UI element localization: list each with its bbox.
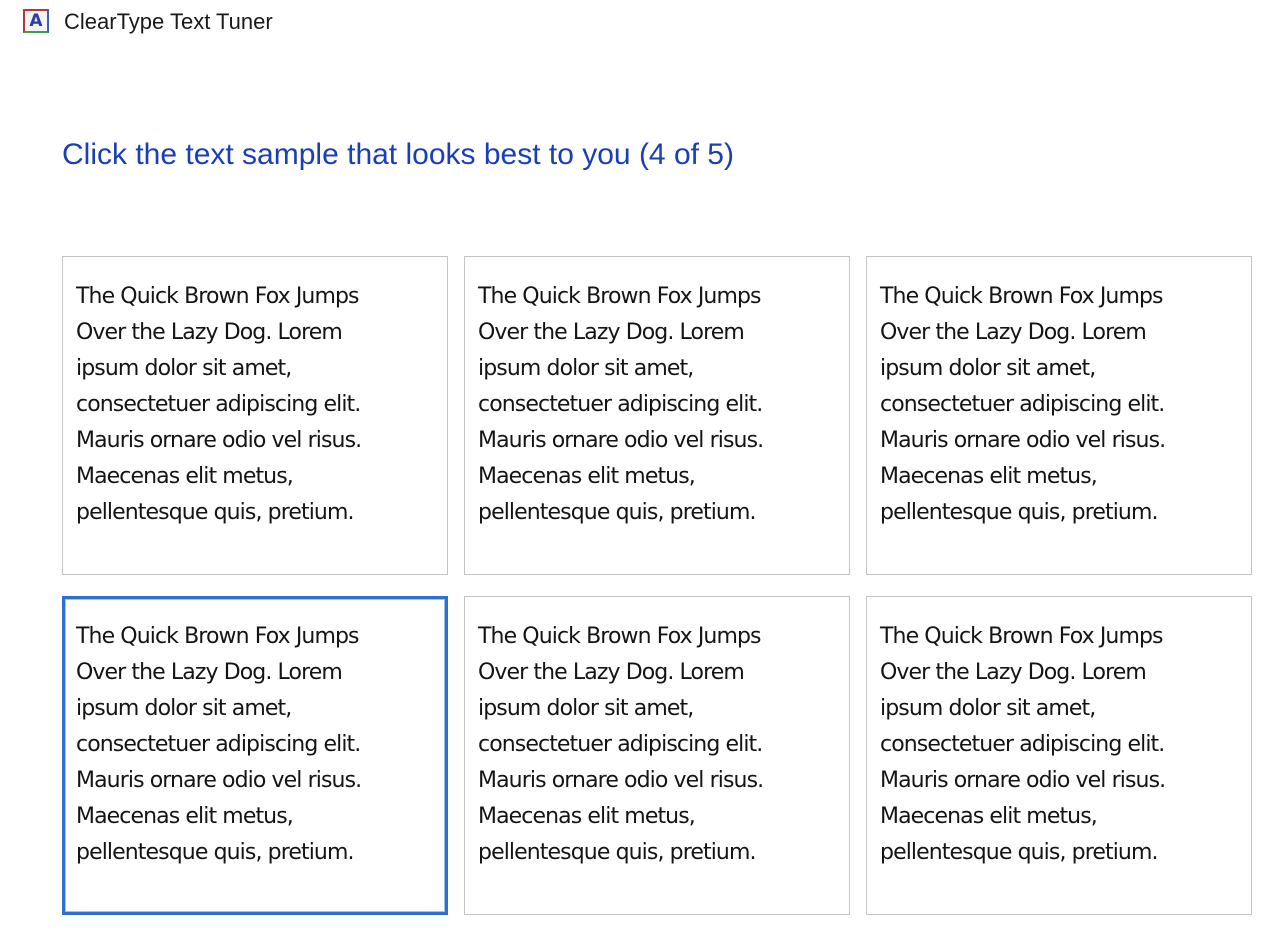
sample-text: The Quick Brown Fox Jumps Over the Lazy … xyxy=(76,284,362,525)
sample-text: The Quick Brown Fox Jumps Over the Lazy … xyxy=(76,624,362,865)
window-title: ClearType Text Tuner xyxy=(64,9,273,34)
cleartype-a-icon: A xyxy=(23,9,49,33)
text-sample-6[interactable]: The Quick Brown Fox Jumps Over the Lazy … xyxy=(866,596,1252,915)
sample-text: The Quick Brown Fox Jumps Over the Lazy … xyxy=(880,624,1166,865)
text-sample-5[interactable]: The Quick Brown Fox Jumps Over the Lazy … xyxy=(464,596,850,915)
title-bar: A ClearType Text Tuner xyxy=(0,0,1274,44)
text-sample-2[interactable]: The Quick Brown Fox Jumps Over the Lazy … xyxy=(464,256,850,575)
app-icon-glyph: A xyxy=(29,11,43,31)
text-sample-4[interactable]: The Quick Brown Fox Jumps Over the Lazy … xyxy=(62,596,448,915)
sample-text: The Quick Brown Fox Jumps Over the Lazy … xyxy=(478,624,764,865)
text-sample-3[interactable]: The Quick Brown Fox Jumps Over the Lazy … xyxy=(866,256,1252,575)
instruction-heading: Click the text sample that looks best to… xyxy=(62,138,734,171)
sample-text: The Quick Brown Fox Jumps Over the Lazy … xyxy=(478,284,764,525)
cleartype-tuner-window: A ClearType Text Tuner Click the text sa… xyxy=(0,0,1274,944)
sample-text: The Quick Brown Fox Jumps Over the Lazy … xyxy=(880,284,1166,525)
text-sample-1[interactable]: The Quick Brown Fox Jumps Over the Lazy … xyxy=(62,256,448,575)
